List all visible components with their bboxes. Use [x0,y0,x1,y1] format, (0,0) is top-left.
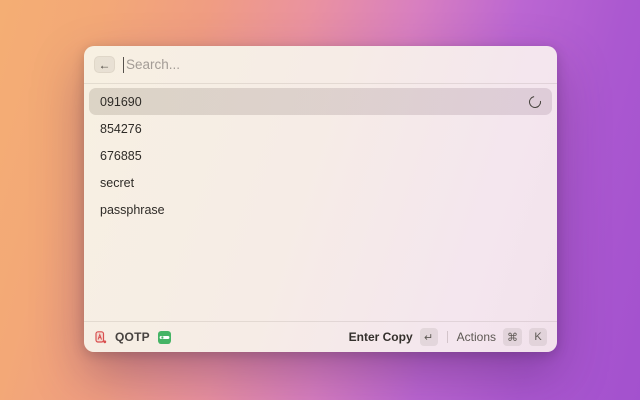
launcher-window: ← 091690 854276 676885 secret passphrase QOT… [84,46,557,352]
list-item-label: 091690 [100,95,529,109]
list-item-label: 676885 [100,149,541,163]
qotp-extension-icon [94,331,107,344]
list-item[interactable]: 091690 [89,88,552,115]
primary-action-label: Enter Copy [349,330,413,344]
actions-label[interactable]: Actions [457,330,496,344]
loading-spinner-icon [527,93,544,110]
footer-left: QOTP [94,330,171,344]
list-item[interactable]: 854276 [89,115,552,142]
list-item-label: secret [100,176,541,190]
list-item[interactable]: 676885 [89,142,552,169]
list-item-label: 854276 [100,122,541,136]
footer-right: Enter Copy ↵ Actions ⌘ K [349,328,547,346]
back-arrow-icon: ← [99,58,111,72]
enter-keycap[interactable]: ↵ [420,328,438,346]
vault-icon [158,331,171,344]
list-item-label: passphrase [100,203,541,217]
k-keycap[interactable]: K [529,328,547,346]
app-name: QOTP [115,330,150,344]
command-keycap[interactable]: ⌘ [503,328,522,346]
search-bar: ← [84,46,557,84]
text-caret [123,57,124,73]
search-input[interactable] [126,57,547,72]
results-list: 091690 854276 676885 secret passphrase [84,84,557,321]
list-item[interactable]: passphrase [89,196,552,223]
back-button[interactable]: ← [94,56,115,73]
action-bar: QOTP Enter Copy ↵ Actions ⌘ K [84,321,557,352]
list-item[interactable]: secret [89,169,552,196]
return-key-icon: ↵ [424,331,433,344]
footer-divider [447,331,448,343]
